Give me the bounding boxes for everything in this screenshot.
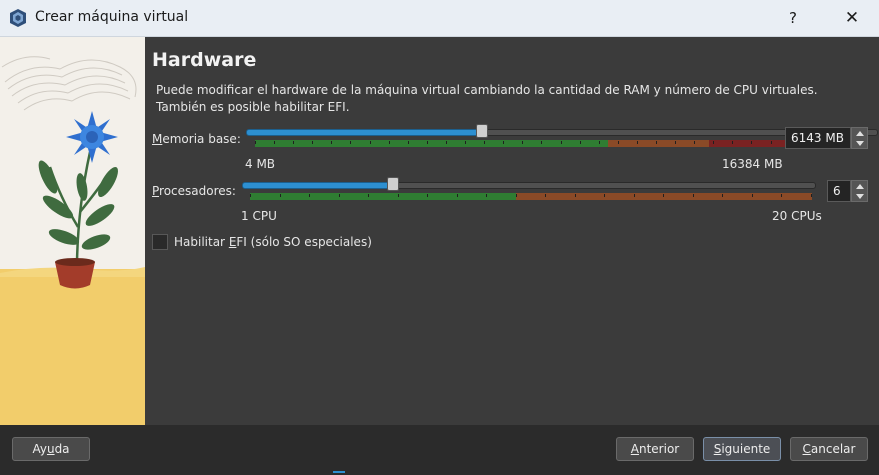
help-mnemonic: u bbox=[46, 442, 55, 456]
help-post: da bbox=[54, 442, 70, 456]
decrement-icon[interactable] bbox=[855, 193, 864, 199]
cancel-mnemonic: C bbox=[802, 442, 811, 456]
cancel-post: ancelar bbox=[810, 442, 856, 456]
help-title-button[interactable]: ? bbox=[772, 0, 814, 36]
virtualbox-icon bbox=[10, 9, 26, 27]
memory-slider-handle[interactable] bbox=[476, 124, 488, 138]
help-button[interactable]: Ay u da bbox=[12, 437, 90, 461]
memory-value-input[interactable]: 6143 MB bbox=[785, 127, 851, 149]
page-heading: Hardware bbox=[152, 49, 257, 71]
efi-checkbox[interactable] bbox=[152, 234, 168, 250]
processors-max-label: 20 CPUs bbox=[772, 209, 822, 223]
processors-slider-fill bbox=[242, 182, 395, 189]
back-post: nterior bbox=[638, 442, 680, 456]
focus-indicator bbox=[333, 471, 345, 473]
back-mnemonic: A bbox=[630, 442, 639, 456]
processors-ticks bbox=[250, 194, 812, 197]
wizard-page: Hardware Puede modificar el hardware de … bbox=[145, 37, 879, 425]
next-mnemonic: S bbox=[713, 442, 722, 456]
decrement-icon[interactable] bbox=[855, 140, 864, 146]
cancel-button[interactable]: Cancelar bbox=[790, 437, 868, 461]
memory-max-label: 16384 MB bbox=[722, 157, 783, 171]
description-line-2: También es posible habilitar EFI. bbox=[156, 100, 350, 114]
processors-label-mnemonic: P bbox=[152, 184, 160, 198]
dialog-footer: Ay u da Anterior Siguiente Cancelar bbox=[0, 425, 879, 475]
page-description: Puede modificar el hardware de la máquin… bbox=[156, 82, 836, 116]
processors-stepper[interactable] bbox=[851, 180, 868, 202]
memory-label: Memoria base: bbox=[152, 132, 241, 146]
memory-label-text: emoria base: bbox=[162, 132, 241, 146]
processors-value-input[interactable]: 6 bbox=[827, 180, 851, 202]
next-button[interactable]: Siguiente bbox=[703, 437, 781, 461]
back-button[interactable]: Anterior bbox=[616, 437, 694, 461]
processors-min-label: 1 CPU bbox=[241, 209, 277, 223]
help-pre: Ay bbox=[32, 442, 47, 456]
description-line-1: Puede modificar el hardware de la máquin… bbox=[156, 83, 818, 97]
processors-label-text: rocesadores: bbox=[159, 184, 236, 198]
next-post: iguiente bbox=[721, 442, 771, 456]
wizard-illustration bbox=[0, 37, 145, 425]
processors-label: Procesadores: bbox=[152, 184, 236, 198]
title-bar: Crear máquina virtual ? ✕ bbox=[0, 0, 879, 37]
memory-min-label: 4 MB bbox=[245, 157, 276, 171]
efi-label-pre: Habilitar bbox=[174, 235, 229, 249]
memory-slider-fill bbox=[246, 129, 484, 136]
flower-pot-illustration bbox=[0, 37, 145, 425]
memory-stepper[interactable] bbox=[851, 127, 868, 149]
window-title: Crear máquina virtual bbox=[35, 9, 189, 25]
efi-label-post: FI (sólo SO especiales) bbox=[236, 235, 372, 249]
close-button[interactable]: ✕ bbox=[829, 0, 875, 36]
increment-icon[interactable] bbox=[855, 130, 864, 136]
memory-ticks bbox=[255, 141, 867, 144]
memory-value: 6143 MB bbox=[791, 131, 844, 145]
efi-label[interactable]: Habilitar EFI (sólo SO especiales) bbox=[174, 235, 372, 249]
increment-icon[interactable] bbox=[855, 183, 864, 189]
processors-slider-handle[interactable] bbox=[387, 177, 399, 191]
processors-value: 6 bbox=[833, 184, 841, 198]
memory-label-mnemonic: M bbox=[152, 132, 163, 146]
